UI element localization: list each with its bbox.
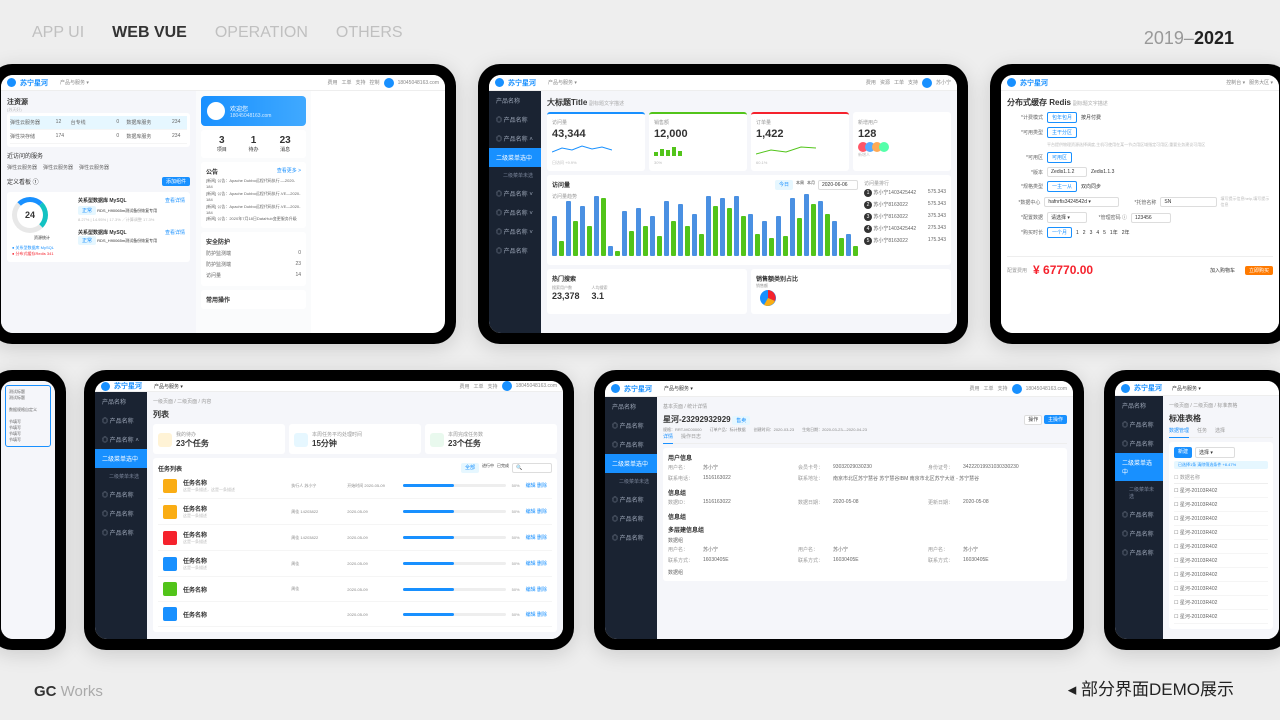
section-title: 注资源 [7,97,190,107]
logo-icon [7,78,16,87]
tablet-3: 苏宁星河控制台 ▾服务大区 ▾ 分布式缓存 Redis 副标题文字描述 *计费模… [990,64,1280,344]
primary-button[interactable]: 主操作 [1044,415,1067,424]
tablet-4-edge: 测试标题测试标题数据规格自定义节填写节填写节填写节填写 [0,370,66,650]
nav-item[interactable]: APP UI [32,24,84,42]
header: 苏宁星河产品与服务 ▾ 费用工单支持控制18045048163.com [1,75,445,91]
tablet-7: 苏宁星河产品与服务 ▾ 产品名称◎ 产品名称◎ 产品名称二级菜单选中二级菜单未选… [1104,370,1280,650]
buy-button[interactable]: 立即购买 [1245,266,1273,275]
footer-brand: GC Works [34,683,103,700]
top-nav: APP UI WEB VUE OPERATION OTHERS [32,24,403,42]
avatar[interactable] [384,78,394,88]
year-range: 2019–2021 [1144,28,1234,49]
nav-item-active[interactable]: WEB VUE [112,24,187,42]
welcome-card: 欢迎您18045048163.com [201,96,306,126]
demo-label: ◂ 部分界面DEMO展示 [1068,675,1234,700]
action-button[interactable]: 操作 [1024,415,1042,425]
sidebar: 产品名称 ◎ 产品名称 ◎ 产品名称 ˄ 二级菜单选中 二级菜单未选 ◎ 产品名… [489,91,541,333]
nav-item[interactable]: OTHERS [336,24,403,42]
tablet-1: 苏宁星河产品与服务 ▾ 费用工单支持控制18045048163.com 注资源 … [0,64,456,344]
add-button[interactable]: 添加组件 [162,177,190,186]
tablet-6: 苏宁星河产品与服务 ▾费用工单支持18045048163.com 产品名称◎ 产… [594,370,1084,650]
sidebar-item-active[interactable]: 二级菜单选中 [489,148,541,167]
bar-chart [552,200,858,260]
tablet-2: 苏宁星河产品与服务 ▾费用资源工单支持苏小宁 产品名称 ◎ 产品名称 ◎ 产品名… [478,64,968,344]
donut-chart: 24 [12,197,48,233]
nav-item[interactable]: OPERATION [215,24,308,42]
tablet-5: 苏宁星河产品与服务 ▾费用工单支持18045048163.com 产品名称◎ 产… [84,370,574,650]
